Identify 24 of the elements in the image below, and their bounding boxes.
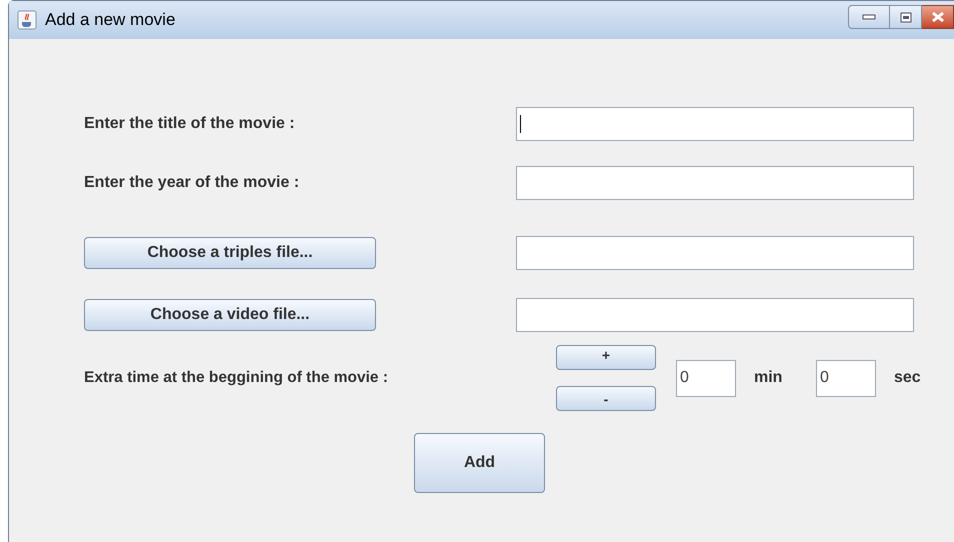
minimize-button[interactable] [848, 5, 890, 29]
text-field[interactable] [516, 236, 914, 270]
increment-button[interactable]: + [556, 345, 656, 370]
minutes-field[interactable]: 0 [676, 360, 736, 396]
unit-label: min [754, 368, 784, 388]
seconds-field[interactable]: 0 [816, 360, 876, 396]
close-icon [930, 11, 944, 23]
add-button[interactable]: Add [414, 433, 545, 493]
java-cup-icon [17, 10, 37, 30]
text-field[interactable] [516, 107, 914, 141]
window-title: Add a new movie [45, 9, 176, 32]
choose-file-button[interactable]: Choose a video file... [84, 299, 376, 331]
close-button[interactable] [922, 5, 954, 29]
unit-label: sec [894, 368, 921, 388]
choose-file-button[interactable]: Choose a triples file... [84, 237, 376, 269]
maximize-icon [900, 12, 912, 22]
minimize-icon [862, 14, 876, 20]
field-label: Extra time at the beggining of the movie : [84, 368, 390, 388]
text-field[interactable] [516, 298, 914, 332]
field-label: Enter the year of the movie : [84, 173, 300, 193]
field-label: Enter the title of the movie : [84, 114, 296, 134]
text-field[interactable] [516, 166, 914, 200]
maximize-button[interactable] [890, 5, 922, 29]
decrement-button[interactable]: - [556, 386, 656, 411]
